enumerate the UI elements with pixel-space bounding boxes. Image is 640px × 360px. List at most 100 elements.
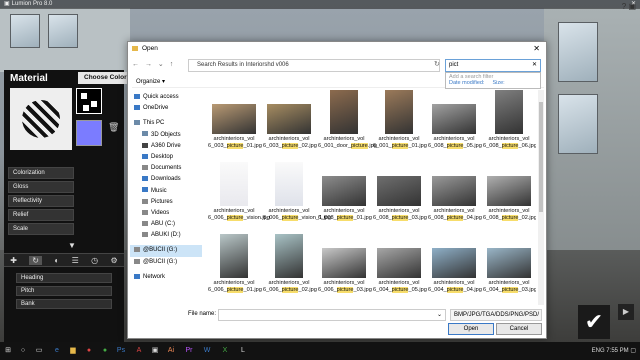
sliders-icon[interactable]: ☰ (72, 256, 79, 265)
tooltip-filters[interactable]: Date modified: Size: (449, 80, 537, 86)
file-item[interactable]: archinteriors_vol 6_008_picture_05.jpg (428, 90, 482, 150)
app-icon-1[interactable]: ● (84, 346, 94, 356)
play-icon[interactable]: ▶ (618, 304, 634, 320)
file-thumbnail (487, 248, 531, 278)
address-bar[interactable]: Search Results in Interiorshd v006 (188, 59, 440, 72)
search-input[interactable]: pict ✕ (445, 59, 541, 72)
move-icon[interactable]: ✚ (10, 256, 17, 265)
rotate-icon[interactable]: ↻ (29, 255, 42, 265)
chevron-down-icon[interactable]: ⌄ (437, 311, 442, 318)
property-colorization[interactable]: Colorization (8, 167, 74, 179)
nav-item[interactable]: 3D Objects (130, 130, 202, 141)
file-item[interactable]: archinteriors_vol 6_004_picture_03.jpg (483, 234, 536, 294)
property-relief[interactable]: Relief (8, 209, 74, 221)
tooltip-date-modified[interactable]: Date modified: (449, 80, 484, 86)
file-name-input[interactable]: ⌄ (218, 309, 446, 321)
property-scale[interactable]: Scale (8, 223, 74, 235)
app-icon-5[interactable]: Ai (166, 346, 176, 356)
nav-item[interactable]: Network (130, 272, 202, 283)
rotation-pitch[interactable]: Pitch (16, 286, 112, 296)
app-icon-6[interactable]: Pr (184, 346, 194, 356)
nav-item[interactable]: Downloads (130, 174, 202, 185)
nav-item[interactable]: @BUCII (G:) (130, 245, 202, 257)
file-item[interactable]: archinteriors_vol 6_008_picture_03.jpg (373, 162, 427, 222)
normal-map-swatch[interactable] (76, 88, 102, 114)
property-gloss[interactable]: Gloss (8, 181, 74, 193)
property-reflectivity[interactable]: Reflectivity (8, 195, 74, 207)
refresh-icon[interactable]: ↻ (434, 60, 440, 68)
nav-item-icon (142, 165, 148, 171)
nav-item-label: @BUCII (G:) (143, 258, 178, 265)
clear-search-icon[interactable]: ✕ (532, 60, 537, 71)
file-item[interactable]: archinteriors_vol 6_004_picture_04.jpg (428, 234, 482, 294)
search-icon[interactable]: ○ (18, 346, 28, 356)
nav-item[interactable]: OneDrive (130, 103, 202, 114)
file-item[interactable]: archinteriors_vol 6_006_picture_03.jpg (318, 234, 372, 294)
nav-item[interactable]: Documents (130, 163, 202, 174)
file-item[interactable]: archinteriors_vol 6_003_picture_02.jpg (263, 90, 317, 150)
file-name-line: 6_006_picture_vision.jpg (208, 215, 270, 222)
half-circle-icon[interactable]: ◐ (54, 256, 59, 265)
nav-item[interactable]: This PC (130, 118, 202, 129)
organize-menu[interactable]: Organize ▾ (136, 78, 165, 85)
windows-start-icon[interactable]: ⊞ (3, 346, 13, 356)
system-tray[interactable]: ENG 7:55 PM ▢ (592, 346, 636, 356)
app-titlebar: ▣ Lumion Pro 8.0 ✕ (0, 0, 640, 9)
settings-icon[interactable]: ⚙ (111, 256, 118, 265)
nav-item[interactable]: Pictures (130, 197, 202, 208)
dialog-close-icon[interactable]: ✕ (533, 42, 540, 56)
clock-icon[interactable]: ◷ (91, 256, 98, 265)
app-icon-8[interactable]: X (220, 346, 230, 356)
expand-arrow-icon[interactable]: ▼ (68, 241, 76, 250)
nav-item[interactable]: Music (130, 186, 202, 197)
file-thumbnail (220, 234, 248, 278)
file-name-line: archinteriors_vol (268, 136, 310, 142)
scrollbar-thumb[interactable] (539, 102, 543, 212)
file-list-scrollbar[interactable] (538, 90, 544, 305)
nav-item[interactable]: ABUKI (D:) (130, 230, 202, 241)
photoshop-icon[interactable]: Ps (116, 346, 126, 356)
nav-arrows-icon[interactable]: ← → ⌄ ↑ (132, 60, 175, 68)
nav-item[interactable]: Videos (130, 208, 202, 219)
trash-icon[interactable]: 🗑 (108, 122, 119, 133)
color-swatch[interactable] (76, 120, 102, 146)
nav-item[interactable]: @BUCII (G:) (130, 257, 202, 268)
tooltip-size[interactable]: Size: (492, 80, 504, 86)
rotation-heading[interactable]: Heading (16, 273, 112, 283)
file-item[interactable]: archinteriors_vol 6_008_picture_01.jpg (318, 162, 372, 222)
file-item[interactable]: archinteriors_vol 6_001_door_picture.jpg (318, 90, 377, 150)
open-button[interactable]: Open (448, 323, 494, 335)
cancel-button[interactable]: Cancel (496, 323, 542, 335)
file-item[interactable]: archinteriors_vol 6_001_picture_01.jpg (373, 90, 427, 150)
choose-color-button[interactable]: Choose Color (78, 72, 128, 84)
explorer-icon[interactable]: ▆ (68, 346, 78, 356)
viewport-help-icons[interactable]: ? ▣ (622, 2, 636, 11)
file-item[interactable]: archinteriors_vol 6_008_picture_06.jpg (483, 90, 536, 150)
nav-item[interactable]: ABU (C:) (130, 219, 202, 230)
nav-item[interactable]: A360 Drive (130, 141, 202, 152)
file-item[interactable]: archinteriors_vol 6_008_picture_04.jpg (428, 162, 482, 222)
file-item[interactable]: archinteriors_vol 6_003_picture_01.jpg (208, 90, 262, 150)
file-type-select[interactable]: BMP/JPG/TGA/DDS/PNG/PSD/ (450, 309, 542, 321)
lumion-icon[interactable]: L (238, 346, 248, 356)
app-icon-3[interactable]: A (134, 346, 144, 356)
rotation-bank[interactable]: Bank (16, 299, 112, 309)
app-icon-7[interactable]: W (202, 346, 212, 356)
file-item[interactable]: archinteriors_vol 6_008_picture_02.jpg (483, 162, 536, 222)
file-name-line: 6_008_picture_03.jpg (373, 215, 427, 222)
edge-icon[interactable]: e (52, 346, 62, 356)
file-item[interactable]: archinteriors_vol 6_004_picture_05.jpg (373, 234, 427, 294)
file-item[interactable]: archinteriors_vol 6_006_picture_vision.jp… (208, 162, 270, 222)
task-view-icon[interactable]: ▭ (34, 346, 44, 356)
file-item[interactable]: archinteriors_vol 6_006_picture_02.jpg (263, 234, 317, 294)
nav-item[interactable]: Desktop (130, 152, 202, 163)
confirm-check-button[interactable]: ✔ (578, 305, 610, 339)
file-item[interactable]: archinteriors_vol 6_006_picture_01.jpg (208, 234, 262, 294)
app-icon-2[interactable]: ● (100, 346, 110, 356)
file-name-row: File name: ⌄ BMP/JPG/TGA/DDS/PNG/PSD/ (132, 309, 544, 321)
nav-item[interactable]: Quick access (130, 92, 202, 103)
material-preview[interactable] (10, 88, 72, 150)
file-name-line: archinteriors_vol (433, 280, 475, 286)
file-item[interactable]: archinteriors_vol 6_006_picture_vision_1.… (263, 162, 331, 222)
app-icon-4[interactable]: ▣ (150, 346, 160, 356)
